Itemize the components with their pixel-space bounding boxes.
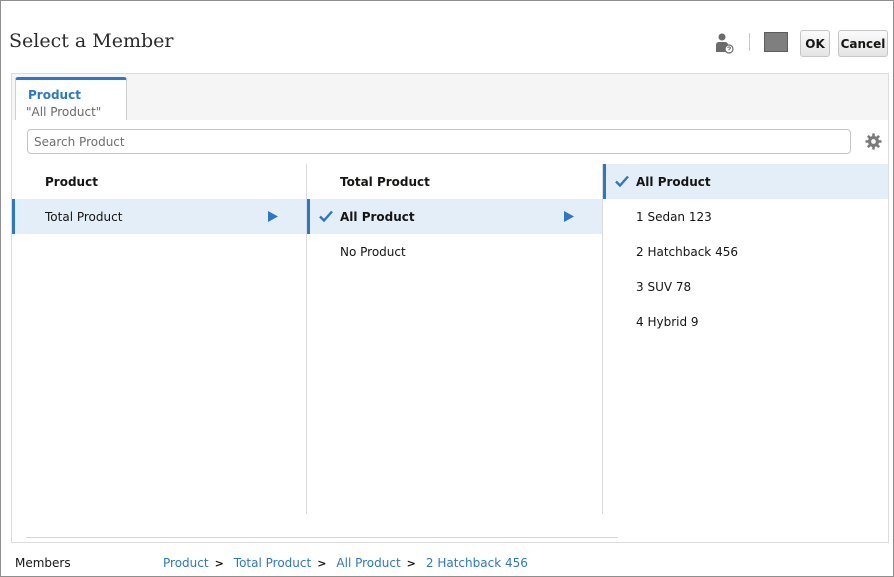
column-header: Product: [45, 174, 98, 189]
dialog-header: Select a Member OK Cancel: [1, 1, 893, 73]
list-item-label: No Product: [340, 244, 406, 259]
list-item-label: Total Product: [45, 209, 123, 224]
breadcrumb-item[interactable]: Product: [163, 556, 209, 570]
column-header: Total Product: [340, 174, 430, 189]
header-divider: [749, 33, 750, 51]
member-column-1: Product Total Product: [12, 164, 307, 514]
list-item-no-product[interactable]: No Product: [307, 234, 602, 269]
list-item[interactable]: 2 Hatchback 456: [603, 234, 888, 269]
ok-button[interactable]: OK: [800, 30, 830, 57]
member-column-2: Total Product All Product No Product: [307, 164, 603, 514]
column-header: All Product: [636, 174, 711, 189]
expand-arrow-icon[interactable]: [268, 211, 278, 222]
cancel-button-label: Cancel: [840, 36, 886, 51]
list-item-label: 3 SUV 78: [636, 279, 692, 294]
gear-icon[interactable]: [865, 133, 882, 150]
list-item-label: 2 Hatchback 456: [636, 244, 738, 259]
search-input[interactable]: [27, 129, 851, 154]
horizontal-scrollbar[interactable]: [26, 537, 618, 538]
member-info-icon[interactable]: [714, 32, 734, 54]
tab-subtitle: "All Product": [26, 105, 102, 119]
cancel-button[interactable]: Cancel: [838, 30, 888, 57]
select-member-dialog: Select a Member OK Cancel Product "All P…: [0, 0, 894, 577]
list-item[interactable]: 1 Sedan 123: [603, 199, 888, 234]
selector-content: Product Total Product Total Product All …: [12, 120, 888, 542]
list-item-total-product[interactable]: Total Product: [12, 199, 306, 234]
expand-arrow-icon[interactable]: [564, 211, 574, 222]
list-item[interactable]: 3 SUV 78: [603, 269, 888, 304]
members-label: Members: [15, 556, 71, 570]
list-item-label: 1 Sedan 123: [636, 209, 712, 224]
member-selector-panel: Product "All Product" Search Product Pro…: [11, 73, 889, 543]
breadcrumb-item[interactable]: All Product: [336, 556, 400, 570]
list-item[interactable]: 4 Hybrid 9: [603, 304, 888, 339]
color-swatch-icon[interactable]: [764, 32, 788, 52]
checkmark-icon: [319, 210, 333, 222]
list-item-label: 4 Hybrid 9: [636, 314, 699, 329]
ok-button-label: OK: [805, 36, 825, 51]
tab-product[interactable]: Product "All Product": [15, 77, 127, 121]
breadcrumb-item[interactable]: Total Product: [234, 556, 311, 570]
member-column-3: All Product 1 Sedan 123 2 Hatchback 456 …: [603, 164, 888, 514]
dialog-footer: Members Product > Total Product > All Pr…: [1, 548, 893, 577]
breadcrumb-item[interactable]: 2 Hatchback 456: [426, 556, 528, 570]
checkmark-icon: [615, 175, 629, 187]
column-header-all-product[interactable]: All Product: [603, 164, 888, 199]
breadcrumb-separator-icon: >: [406, 556, 416, 570]
list-item-label: All Product: [340, 209, 415, 224]
breadcrumb-separator-icon: >: [214, 556, 224, 570]
breadcrumb-separator-icon: >: [317, 556, 327, 570]
breadcrumb: Product > Total Product > All Product > …: [163, 556, 528, 570]
list-item-all-product[interactable]: All Product: [307, 199, 602, 234]
tab-title: Product: [28, 88, 81, 102]
dialog-title: Select a Member: [9, 30, 174, 52]
